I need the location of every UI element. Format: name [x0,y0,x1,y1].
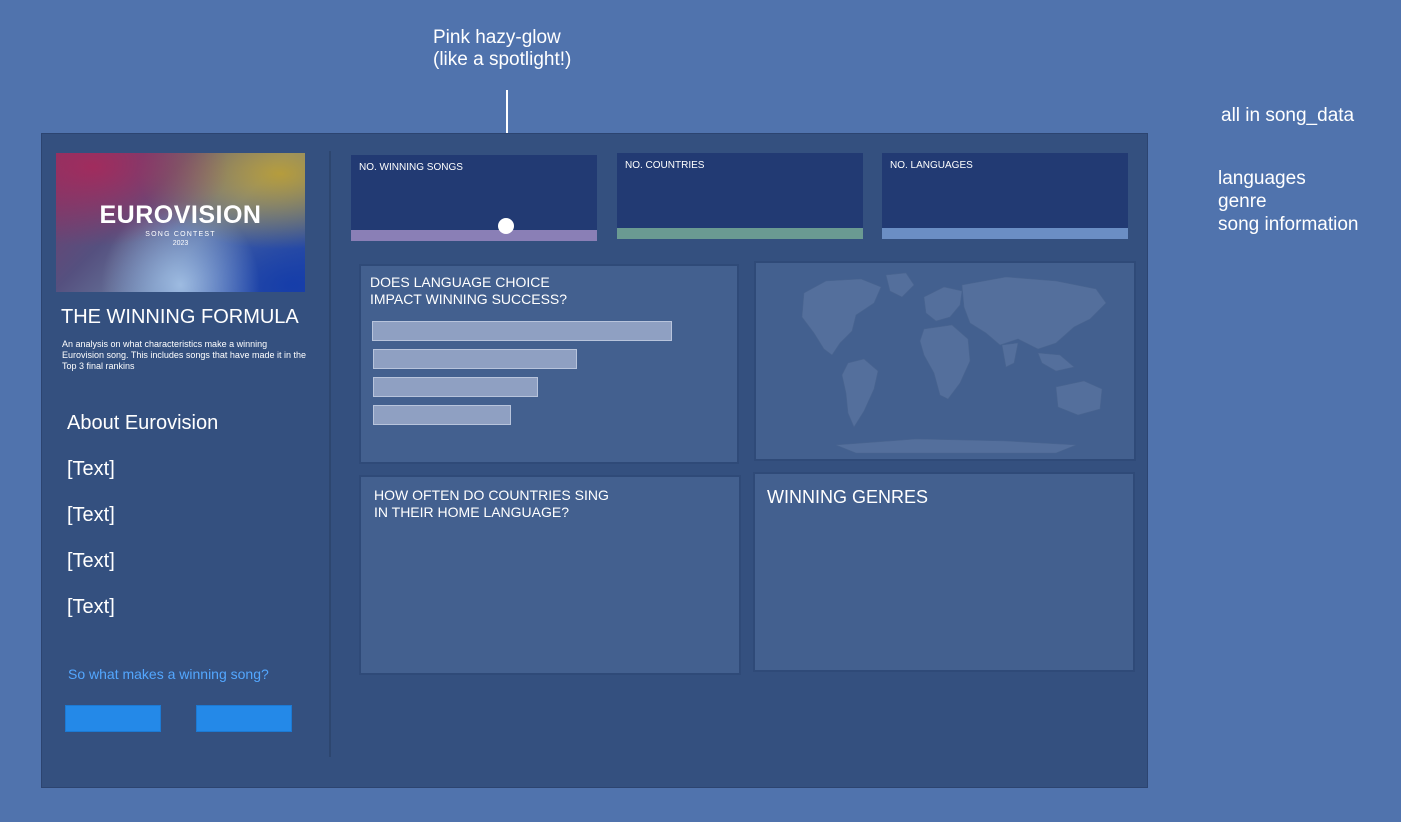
kpi-label-languages: NO. LANGUAGES [890,160,973,171]
eurovision-hero-image: EUROVISION SONG CONTEST 2023 [56,153,305,292]
home-language-title-line2: IN THEIR HOME LANGUAGE? [374,504,570,520]
world-map[interactable] [756,263,1134,459]
nav-item-3[interactable]: [Text] [67,550,115,573]
nav-item-1[interactable]: [Text] [67,458,115,481]
map-india [1001,342,1019,368]
sidebar-divider [329,151,331,757]
language-success-title: DOES LANGUAGE CHOICE IMPACT WINNING SUCC… [370,274,567,308]
annotation-pointer-dot [498,218,514,234]
home-language-title-line1: HOW OFTEN DO COUNTRIES SING [374,487,609,503]
winning-genres-title: WINNING GENRES [767,487,929,507]
map-south-america [841,358,879,428]
dashboard-description: An analysis on what characteristics make… [62,339,306,371]
language-bar-2[interactable] [373,349,577,369]
primary-button-1[interactable] [65,705,161,732]
kpi-accent-bar-winning-songs [351,230,597,241]
language-success-title-line2: IMPACT WINNING SUCCESS? [370,291,568,307]
spotlight-note-line1: Pink hazy-glow [433,27,561,48]
map-asia [961,276,1107,350]
language-success-title-line1: DOES LANGUAGE CHOICE [370,274,550,290]
map-southeast-asia [1037,352,1075,372]
map-greenland [885,272,915,298]
map-africa [919,324,971,400]
language-bar-1[interactable] [372,321,672,341]
kpi-accent-bar-countries [617,228,863,239]
nav-about-eurovision[interactable]: About Eurovision [67,412,218,435]
data-source-note: all in song_data [1221,105,1355,126]
eurovision-logo: EUROVISION [99,201,262,229]
primary-button-2[interactable] [196,705,292,732]
spotlight-note-line2: (like a spotlight!) [433,49,572,70]
hero-year: 2023 [172,240,189,247]
nav-item-2[interactable]: [Text] [67,504,115,527]
world-map-panel [754,261,1136,461]
nav-item-4[interactable]: [Text] [67,596,115,619]
kpi-label-countries: NO. COUNTRIES [625,160,705,171]
language-bar-4[interactable] [373,405,511,425]
language-success-panel: DOES LANGUAGE CHOICE IMPACT WINNING SUCC… [359,264,739,464]
data-field-song-information: song information [1218,214,1359,235]
dashboard-title: THE WINNING FORMULA [61,306,299,328]
home-language-title: HOW OFTEN DO COUNTRIES SING IN THEIR HOM… [374,487,609,521]
map-australia [1055,380,1103,416]
spotlight-annotation: Pink hazy-glow (like a spotlight!) [433,27,571,71]
map-antarctica [835,438,1077,454]
kpi-label-winning-songs: NO. WINNING SONGS [359,162,463,173]
map-north-america [801,278,882,356]
hero-subtitle: SONG CONTEST [145,231,216,238]
kpi-card-winning-songs: NO. WINNING SONGS [351,155,597,241]
data-field-genre: genre [1218,191,1267,212]
map-europe [923,286,963,322]
kpi-card-languages: NO. LANGUAGES [882,153,1128,239]
home-language-panel: HOW OFTEN DO COUNTRIES SING IN THEIR HOM… [359,475,741,675]
language-bar-3[interactable] [373,377,538,397]
winning-song-link[interactable]: So what makes a winning song? [68,666,269,682]
data-field-languages: languages [1218,168,1306,189]
kpi-card-countries: NO. COUNTRIES [617,153,863,239]
kpi-accent-bar-languages [882,228,1128,239]
winning-genres-panel: WINNING GENRES [753,472,1135,672]
data-fields-note: languages genre song information [1218,167,1358,236]
